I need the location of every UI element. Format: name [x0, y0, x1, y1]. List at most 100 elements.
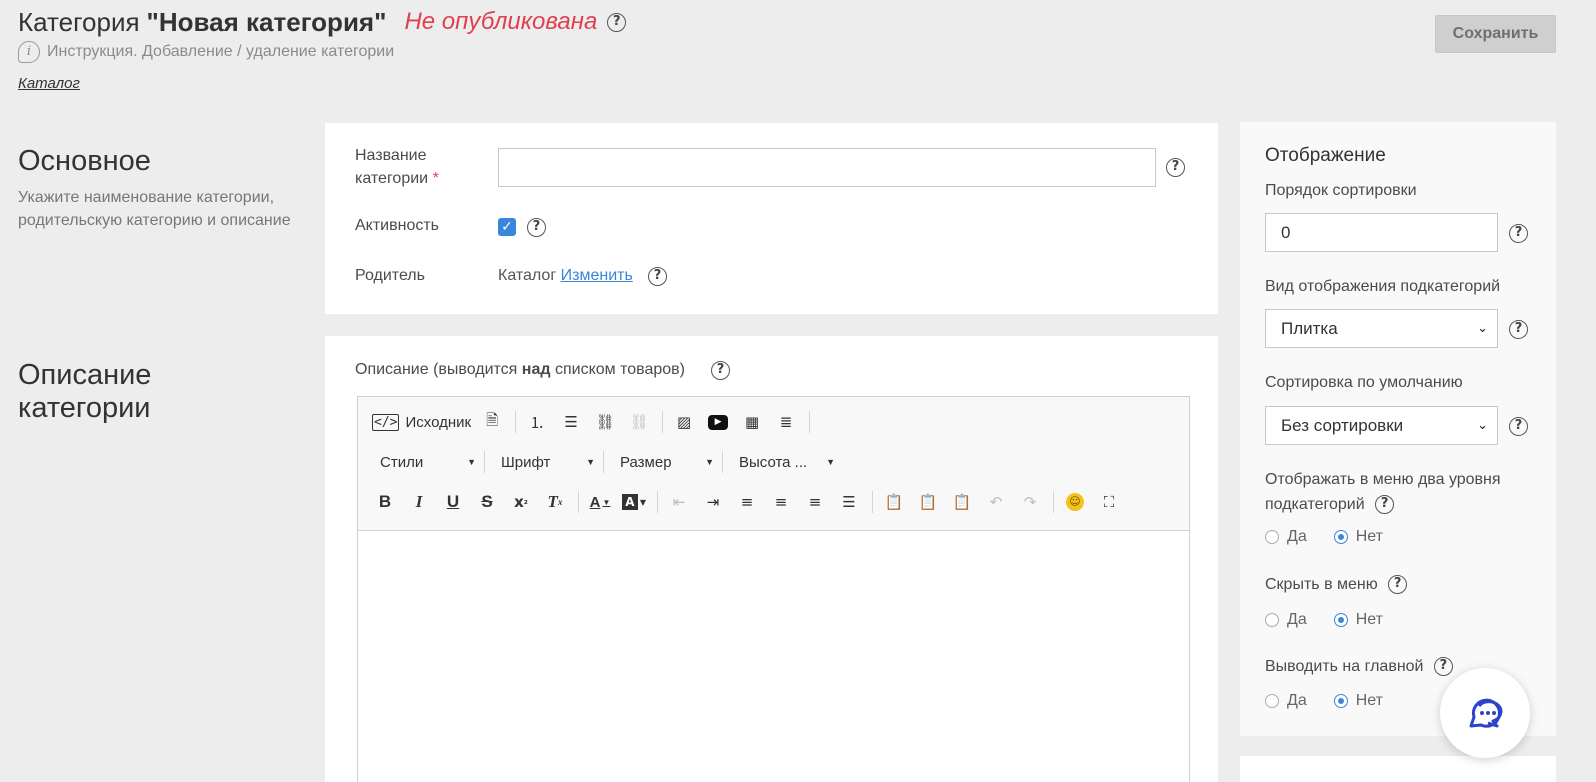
editor-content-area[interactable]	[358, 531, 1189, 782]
rich-text-editor: </> Исходник 🗎 ⒈ ☰ ⛓ ⛓ ▨ ▶ ▦ ≣ Стили ▼ Шри…	[357, 396, 1190, 782]
link-icon[interactable]: ⛓	[592, 409, 618, 435]
numbered-list-icon[interactable]: ⒈	[524, 409, 550, 435]
name-field-label: Название категории *	[355, 144, 439, 190]
question-circle-icon[interactable]: ?	[1509, 224, 1528, 243]
show-main-no[interactable]: Нет	[1333, 692, 1383, 710]
radio-no-selected[interactable]	[1333, 530, 1348, 544]
paste-text-icon[interactable]: 📋	[915, 489, 941, 515]
hide-menu-radio-group: Да Нет	[1265, 611, 1410, 629]
align-center-icon[interactable]: ≡	[768, 489, 794, 515]
emoji-icon[interactable]: ☺	[1062, 489, 1088, 515]
section-description-label: Описание категории	[18, 359, 151, 425]
section-description-heading: Описание категории	[18, 359, 151, 425]
paste-icon[interactable]: 📋	[881, 489, 907, 515]
youtube-icon[interactable]: ▶	[705, 409, 731, 435]
styles-dropdown[interactable]: Стили ▼	[372, 449, 482, 475]
radio-yes[interactable]	[1265, 694, 1279, 708]
toolbar-separator	[657, 491, 658, 513]
paste-word-icon[interactable]: 📋	[949, 489, 975, 515]
radio-no-selected[interactable]	[1333, 694, 1348, 708]
display-title: Отображение	[1265, 145, 1386, 166]
show-main-radio-group: Да Нет	[1265, 692, 1410, 710]
radio-yes[interactable]	[1265, 613, 1279, 627]
source-label: Исходник	[405, 413, 472, 431]
table-icon[interactable]: ▦	[739, 409, 765, 435]
hide-menu-label: Скрыть в меню ?	[1265, 572, 1408, 597]
default-sort-label: Сортировка по умолчанию	[1265, 374, 1463, 391]
breadcrumb-catalog[interactable]: Каталог	[18, 75, 80, 92]
size-dropdown[interactable]: Размер ▼	[612, 449, 720, 475]
question-circle-icon[interactable]: ?	[1509, 320, 1528, 339]
publish-status: Не опубликована	[404, 8, 598, 35]
two-levels-no[interactable]: Нет	[1333, 528, 1383, 546]
info-bubble-icon: i	[18, 41, 40, 63]
background-color-icon[interactable]: A ▼	[621, 489, 647, 515]
bulleted-list-icon[interactable]: ☰	[558, 409, 584, 435]
hide-menu-yes[interactable]: Да	[1265, 611, 1307, 629]
height-label: Высота ...	[739, 453, 808, 471]
outdent-icon[interactable]: ⇤	[666, 489, 692, 515]
show-main-yes[interactable]: Да	[1265, 692, 1307, 710]
remove-format-icon[interactable]: Tx	[542, 489, 568, 515]
radio-no-selected[interactable]	[1333, 613, 1348, 627]
question-circle-icon[interactable]: ?	[1388, 575, 1408, 595]
subcat-view-select[interactable]: Плитка ⌄	[1265, 309, 1498, 348]
yes-label: Да	[1287, 692, 1307, 709]
indent-icon[interactable]: ⇥	[700, 489, 726, 515]
align-justify-icon[interactable]: ☰	[836, 489, 862, 515]
document-icon[interactable]: 🗎	[479, 409, 505, 435]
image-icon[interactable]: ▨	[671, 409, 697, 435]
caret-down-icon: ▼	[467, 457, 476, 467]
required-mark: *	[432, 170, 439, 187]
parent-value: Каталог	[498, 267, 557, 284]
source-button[interactable]: </> Исходник	[372, 409, 471, 435]
two-levels-yes[interactable]: Да	[1265, 528, 1307, 546]
parent-label: Родитель	[355, 267, 425, 284]
maximize-icon[interactable]: ⛶	[1096, 489, 1122, 515]
desc-label-before: Описание (выводится	[355, 361, 522, 378]
activity-checkbox[interactable]: ✓	[498, 218, 516, 236]
question-circle-icon[interactable]: ?	[711, 361, 730, 380]
change-parent-link[interactable]: Изменить	[561, 267, 633, 284]
save-button[interactable]: Сохранить	[1435, 15, 1556, 53]
unlink-icon[interactable]: ⛓	[626, 409, 652, 435]
caret-down-icon: ▼	[826, 457, 835, 467]
question-circle-icon[interactable]: ?	[527, 218, 546, 237]
question-circle-icon[interactable]: ?	[1166, 158, 1185, 177]
horizontal-rule-icon[interactable]: ≣	[773, 409, 799, 435]
editor-toolbar: </> Исходник 🗎 ⒈ ☰ ⛓ ⛓ ▨ ▶ ▦ ≣ Стили ▼ Шри…	[358, 397, 1189, 531]
text-color-icon[interactable]: A ▼	[587, 489, 613, 515]
section-basic-label: Основное Укажите наименование категории,…	[18, 145, 308, 232]
redo-icon[interactable]: ↷	[1017, 489, 1043, 515]
size-label: Размер	[620, 453, 672, 471]
display-card: Отображение Порядок сортировки ? Вид ото…	[1240, 122, 1556, 736]
category-name-input[interactable]	[498, 148, 1156, 187]
parent-value-row: Каталог Изменить	[498, 264, 633, 287]
subscript-icon[interactable]: x₂	[508, 489, 534, 515]
section-basic-description: Укажите наименование категории, родитель…	[18, 189, 291, 229]
radio-yes[interactable]	[1265, 530, 1279, 544]
align-left-icon[interactable]: ≡	[734, 489, 760, 515]
name-label-line2: категории	[355, 170, 429, 187]
question-circle-icon[interactable]: ?	[607, 12, 627, 32]
question-circle-icon[interactable]: ?	[1375, 495, 1395, 515]
question-circle-icon[interactable]: ?	[648, 267, 667, 286]
underline-icon[interactable]: U	[440, 489, 466, 515]
sort-order-input[interactable]	[1265, 213, 1498, 252]
italic-icon[interactable]: I	[406, 489, 432, 515]
strikethrough-icon[interactable]: S	[474, 489, 500, 515]
two-levels-label: Отображать в меню два уровня подкатегори…	[1265, 467, 1501, 517]
instruction-link[interactable]: i Инструкция. Добавление / удаление кате…	[18, 41, 394, 63]
line-height-dropdown[interactable]: Высота ... ▼	[731, 449, 841, 475]
bold-icon[interactable]: B	[372, 489, 398, 515]
question-circle-icon[interactable]: ?	[1509, 417, 1528, 436]
undo-icon[interactable]: ↶	[983, 489, 1009, 515]
question-circle-icon[interactable]: ?	[1433, 657, 1453, 677]
caret-down-icon: ▼	[586, 457, 595, 467]
chat-widget-button[interactable]	[1440, 668, 1530, 758]
font-dropdown[interactable]: Шрифт ▼	[493, 449, 601, 475]
hide-menu-no[interactable]: Нет	[1333, 611, 1383, 629]
default-sort-select[interactable]: Без сортировки ⌄	[1265, 406, 1498, 445]
no-label: Нет	[1355, 528, 1383, 545]
align-right-icon[interactable]: ≡	[802, 489, 828, 515]
